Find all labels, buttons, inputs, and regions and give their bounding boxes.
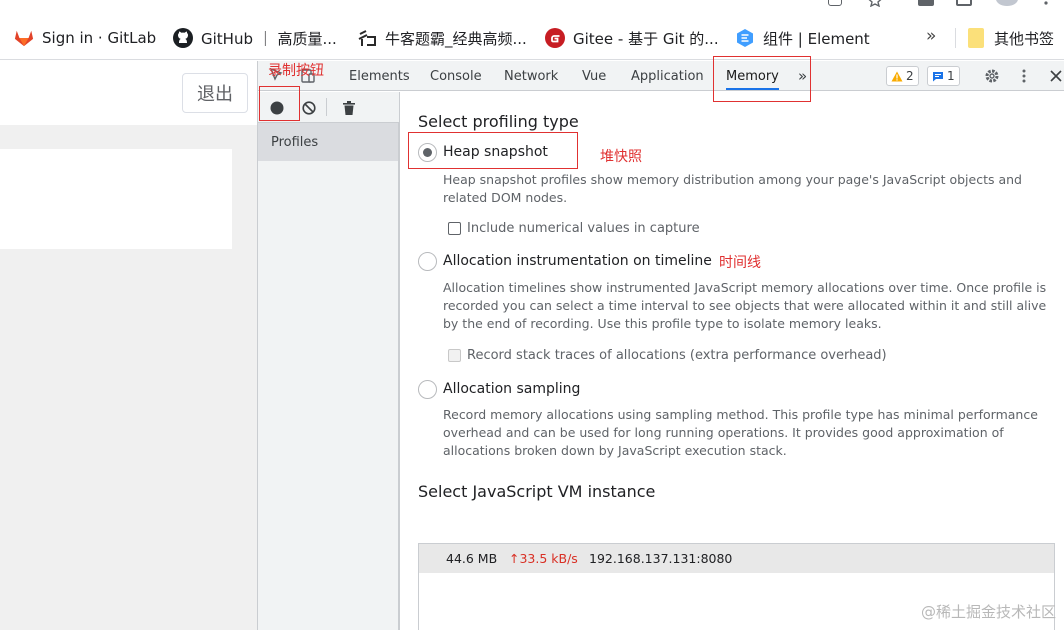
vm-instance-heading: Select JavaScript VM instance [418, 482, 656, 501]
bookmark-nowcoder[interactable]: 牛客题霸_经典高频... [357, 26, 527, 50]
vm-instance-row[interactable]: 44.6 MB ↑33.5 kB/s 192.168.137.131:8080 [419, 544, 1054, 573]
tab-elements[interactable]: Elements [349, 61, 410, 91]
heap-snapshot-highlight [408, 132, 578, 169]
bookmark-label: Sign in · GitLab [42, 29, 157, 47]
memory-main-panel: Select profiling type Heap snapshot Heap… [400, 92, 1064, 630]
warning-icon [891, 71, 903, 81]
bookmarks-overflow-icon[interactable]: » [926, 26, 936, 46]
warnings-count: 2 [906, 69, 914, 83]
window-icon[interactable] [956, 0, 972, 6]
bookmark-label: 牛客题霸_经典高频... [385, 29, 527, 48]
bookmark-element[interactable]: 组件 | Element [735, 26, 870, 50]
collect-garbage-button[interactable] [341, 100, 357, 116]
heap-snapshot-description: Heap snapshot profiles show memory distr… [443, 172, 1022, 205]
vm-allocation-rate: ↑33.5 kB/s [509, 551, 578, 566]
allocation-timeline-label[interactable]: Allocation instrumentation on timeline [443, 253, 712, 269]
profile-avatar[interactable] [996, 0, 1018, 6]
kebab-menu-icon[interactable] [1016, 68, 1032, 84]
logout-button[interactable]: 退出 [182, 73, 248, 113]
numerical-values-label[interactable]: Include numerical values in capture [467, 221, 700, 236]
vm-memory-size: 44.6 MB [446, 551, 498, 566]
bookmark-label: 组件 | Element [763, 29, 870, 48]
allocation-sampling-description: Record memory allocations using sampling… [443, 407, 1038, 458]
vm-host-address: 192.168.137.131:8080 [589, 551, 733, 566]
folder-label: 其他书签 [994, 29, 1055, 48]
record-button-annotation: 录制按钮 [268, 63, 324, 79]
record-button-highlight [259, 86, 300, 121]
other-bookmarks-folder[interactable]: 其他书签 [968, 26, 1054, 50]
stack-traces-checkbox[interactable] [448, 349, 461, 362]
allocation-sampling-label[interactable]: Allocation sampling [443, 381, 580, 397]
menu-icon[interactable] [1044, 0, 1048, 6]
tab-network[interactable]: Network [504, 61, 558, 91]
extensions-icon[interactable] [918, 0, 934, 6]
issues-badge[interactable]: 1 [927, 66, 960, 86]
settings-gear-icon[interactable] [984, 68, 1000, 84]
tab-application[interactable]: Application [631, 61, 704, 91]
allocation-sampling-radio[interactable] [418, 380, 437, 399]
allocation-timeline-description: Allocation timelines show instrumented J… [443, 280, 1047, 331]
clear-icon [302, 101, 316, 115]
tab-search-icon[interactable] [828, 0, 842, 6]
element-icon [735, 28, 755, 48]
profiling-type-heading: Select profiling type [418, 112, 579, 131]
warnings-badge[interactable]: 2 [886, 66, 919, 86]
page-content-card [0, 149, 232, 249]
tab-vue[interactable]: Vue [582, 61, 606, 91]
bookmark-label: Gitee - 基于 Git 的... [573, 29, 719, 48]
star-icon[interactable] [868, 0, 882, 8]
bookmarks-bar: Sign in · GitLab GitHub ｜ 高质量... 牛客题霸_经典… [0, 0, 1064, 60]
issues-icon [933, 71, 943, 81]
issues-count: 1 [947, 69, 955, 83]
bookmark-label: GitHub ｜ 高质量... [201, 29, 337, 48]
allocation-timeline-radio[interactable] [418, 252, 437, 271]
stack-traces-label[interactable]: Record stack traces of allocations (extr… [467, 348, 887, 363]
nowcoder-icon [357, 28, 377, 48]
watermark: @稀土掘金技术社区 [920, 603, 1056, 621]
bookmark-gitee[interactable]: Gitee - 基于 Git 的... [545, 26, 719, 50]
trash-icon [343, 101, 355, 115]
devtools-tabbar: Elements Console Network Vue Application… [258, 61, 1064, 91]
gitee-icon [545, 28, 565, 48]
heap-snapshot-annotation: 堆快照 [600, 149, 642, 165]
page-viewport: 退出 [0, 61, 257, 630]
devtools-panel: Elements Console Network Vue Application… [257, 61, 1064, 630]
folder-icon [968, 28, 984, 48]
memory-tab-highlight [713, 56, 811, 102]
timeline-annotation: 时间线 [719, 255, 761, 271]
page-header: 退出 [0, 61, 257, 125]
clear-button[interactable] [301, 100, 317, 116]
toolbar-divider [326, 98, 327, 116]
gitlab-icon [14, 28, 34, 48]
profiles-sidebar: Profiles [258, 123, 399, 630]
bookmark-gitlab[interactable]: Sign in · GitLab [14, 26, 156, 50]
numerical-values-checkbox[interactable] [448, 222, 461, 235]
sidebar-item-profiles[interactable]: Profiles [258, 123, 398, 161]
close-devtools-icon[interactable] [1048, 68, 1064, 84]
tab-console[interactable]: Console [430, 61, 482, 91]
bookmarks-divider [955, 28, 956, 48]
bookmark-github[interactable]: GitHub ｜ 高质量... [173, 26, 337, 50]
github-icon [173, 28, 193, 48]
